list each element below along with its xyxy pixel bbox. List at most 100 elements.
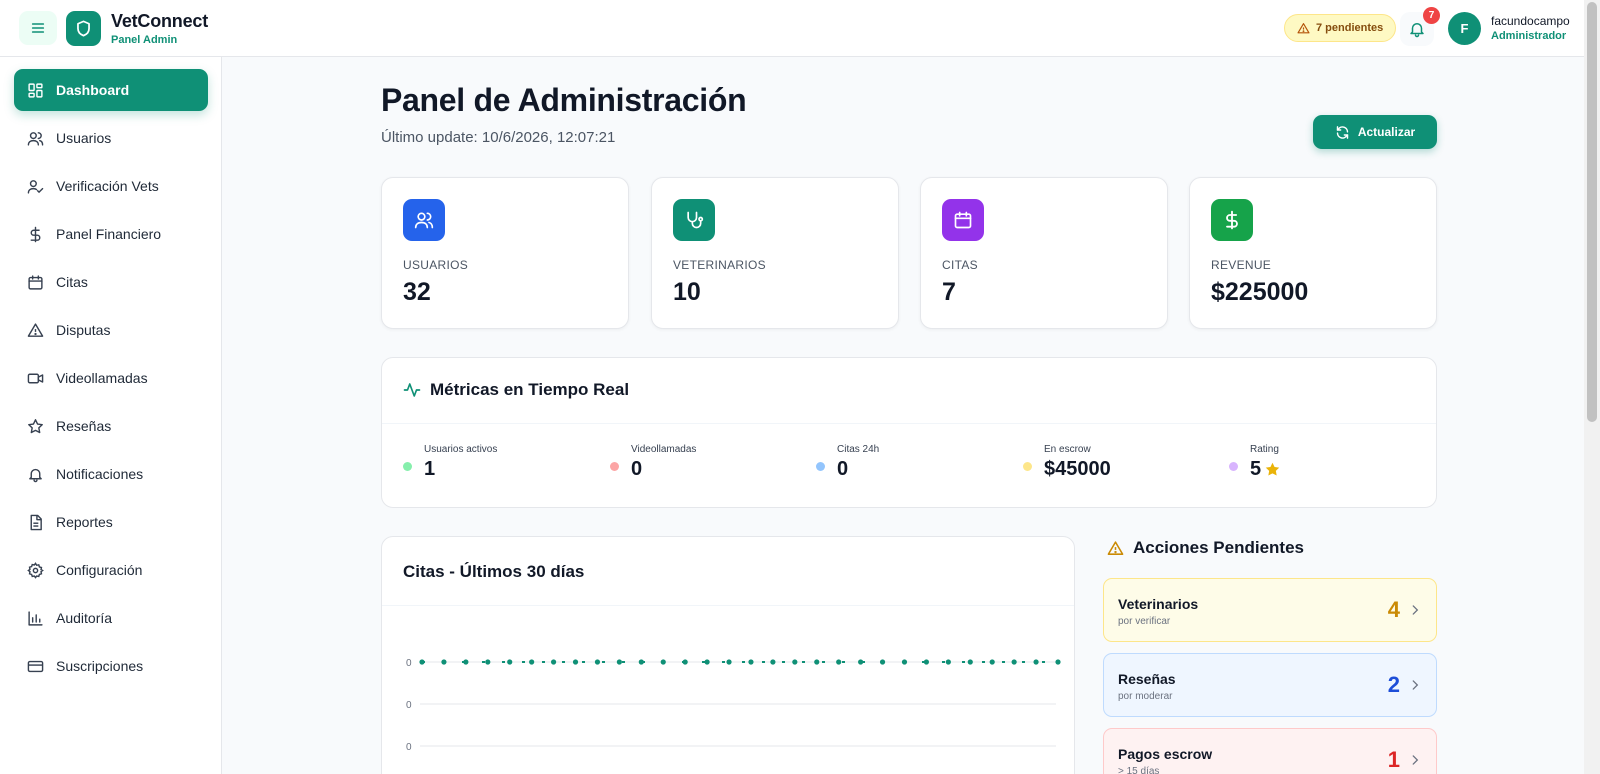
sidebar-item-notificaciones[interactable]: Notificaciones — [14, 453, 208, 495]
user-role: Administrador — [1491, 30, 1567, 42]
pending-item-count: 1 — [1387, 747, 1400, 772]
realtime-metrics-card: Métricas en Tiempo Real Usuarios activos… — [381, 357, 1437, 508]
page-scrollbar[interactable] — [1584, 0, 1600, 774]
sidebar-item-panel-financiero[interactable]: Panel Financiero — [14, 213, 208, 255]
data-point[interactable] — [901, 659, 908, 665]
data-point[interactable] — [529, 659, 535, 665]
sidebar-item-configuracion[interactable]: Configuración — [14, 549, 208, 591]
chart-title: Citas - Últimos 30 días — [403, 562, 585, 581]
stat-card-citas[interactable]: CITAS 7 — [920, 177, 1168, 329]
pending-item-subtitle: por moderar — [1118, 691, 1173, 702]
pending-item-resenas[interactable]: Reseñas por moderar 2 — [1103, 653, 1437, 717]
sidebar-item-citas[interactable]: Citas — [14, 261, 208, 303]
top-header: VetConnect Panel Admin 7 pendientes 7 F … — [0, 0, 1584, 57]
data-point[interactable] — [463, 659, 469, 665]
data-point[interactable] — [572, 659, 579, 665]
scrollbar-thumb[interactable] — [1587, 2, 1597, 422]
pending-actions-title: Acciones Pendientes — [1107, 538, 1304, 558]
stat-icon-box — [403, 199, 445, 241]
data-point[interactable] — [748, 659, 754, 665]
sidebar-item-verificacion-vets[interactable]: Verificación Vets — [14, 165, 208, 207]
data-point[interactable] — [441, 659, 447, 665]
sidebar-item-videollamadas[interactable]: Videollamadas — [14, 357, 208, 399]
pending-count-label: 7 pendientes — [1316, 22, 1384, 34]
data-point[interactable] — [660, 659, 666, 665]
data-point[interactable] — [419, 659, 425, 665]
pending-item-pagos-escrow[interactable]: Pagos escrow > 15 días 1 — [1103, 728, 1437, 774]
credit-card-icon — [27, 660, 44, 672]
chevron-right-icon — [1412, 605, 1419, 615]
users-icon — [27, 131, 44, 146]
sidebar-item-resenas[interactable]: Reseñas — [14, 405, 208, 447]
data-point[interactable] — [1055, 659, 1061, 665]
stat-card-veterinarios[interactable]: VETERINARIOS 10 — [651, 177, 899, 329]
metric-value: 5 — [1250, 458, 1281, 481]
menu-button[interactable] — [19, 11, 57, 45]
data-point[interactable] — [638, 659, 644, 665]
sidebar-item-label: Verificación Vets — [56, 178, 159, 194]
metrics-title-text: Métricas en Tiempo Real — [430, 380, 630, 399]
sidebar-item-auditoria[interactable]: Auditoría — [14, 597, 208, 639]
warning-icon — [1297, 22, 1310, 33]
data-point[interactable] — [616, 659, 622, 665]
users-icon — [414, 212, 434, 229]
data-point[interactable] — [726, 659, 732, 665]
bell-icon — [29, 468, 42, 482]
data-point[interactable] — [814, 659, 820, 665]
divider — [382, 423, 1436, 424]
data-point[interactable] — [945, 659, 951, 665]
y-tick-label: 0 — [406, 658, 412, 669]
stat-label: REVENUE — [1211, 258, 1272, 272]
pending-item-veterinarios[interactable]: Veterinarios por verificar 4 — [1103, 578, 1437, 642]
user-name[interactable]: facundocampo — [1491, 14, 1570, 28]
data-point[interactable] — [1033, 659, 1039, 665]
sidebar: Dashboard Usuarios Verificación Vets Pan… — [0, 57, 222, 774]
data-point[interactable] — [967, 659, 973, 665]
activity-icon — [403, 383, 421, 397]
data-point[interactable] — [792, 659, 798, 665]
data-point[interactable] — [485, 659, 491, 665]
data-point[interactable] — [704, 659, 710, 665]
sidebar-item-disputas[interactable]: Disputas — [14, 309, 208, 351]
data-point[interactable] — [879, 659, 886, 665]
pending-alerts-pill[interactable]: 7 pendientes — [1284, 14, 1397, 42]
pending-item-title: Veterinarios — [1118, 596, 1199, 612]
sidebar-item-suscripciones[interactable]: Suscripciones — [14, 645, 208, 687]
app-logo[interactable] — [66, 11, 101, 46]
refresh-button[interactable]: Actualizar — [1313, 115, 1437, 149]
data-point[interactable] — [507, 659, 513, 665]
brand-title: VetConnect — [111, 11, 209, 31]
data-point[interactable] — [550, 659, 557, 665]
pending-item-title: Reseñas — [1118, 671, 1176, 687]
bell-icon — [1410, 23, 1424, 38]
citas-line-chart: 0000 — [406, 658, 1061, 753]
data-point[interactable] — [682, 659, 688, 665]
stat-card-revenue[interactable]: REVENUE $225000 — [1189, 177, 1437, 329]
stat-icon-box — [942, 199, 984, 241]
data-point[interactable] — [770, 659, 776, 665]
sidebar-item-label: Usuarios — [56, 130, 112, 146]
sidebar-item-usuarios[interactable]: Usuarios — [14, 117, 208, 159]
chevron-right-icon — [1412, 680, 1419, 690]
data-point[interactable] — [1011, 659, 1017, 665]
stat-value: 32 — [403, 278, 431, 306]
avatar[interactable]: F — [1448, 12, 1481, 45]
stat-label: USUARIOS — [403, 258, 469, 272]
sidebar-item-dashboard[interactable]: Dashboard — [14, 69, 208, 111]
settings-icon — [27, 561, 44, 579]
star-icon — [28, 418, 43, 433]
data-point[interactable] — [923, 659, 930, 665]
metric-value-text: 0 — [837, 458, 849, 480]
file-text-icon — [30, 514, 42, 530]
stat-card-usuarios[interactable]: USUARIOS 32 — [381, 177, 629, 329]
metric-value: $45000 — [1044, 458, 1111, 481]
metric-label: Citas 24h — [837, 444, 880, 455]
data-point[interactable] — [594, 659, 601, 665]
data-point[interactable] — [858, 659, 864, 665]
stethoscope-icon — [687, 211, 704, 229]
sidebar-item-reportes[interactable]: Reportes — [14, 501, 208, 543]
metric-value: 0 — [631, 458, 642, 481]
data-point[interactable] — [836, 659, 842, 665]
user-check-icon — [27, 179, 44, 194]
data-point[interactable] — [989, 659, 995, 665]
